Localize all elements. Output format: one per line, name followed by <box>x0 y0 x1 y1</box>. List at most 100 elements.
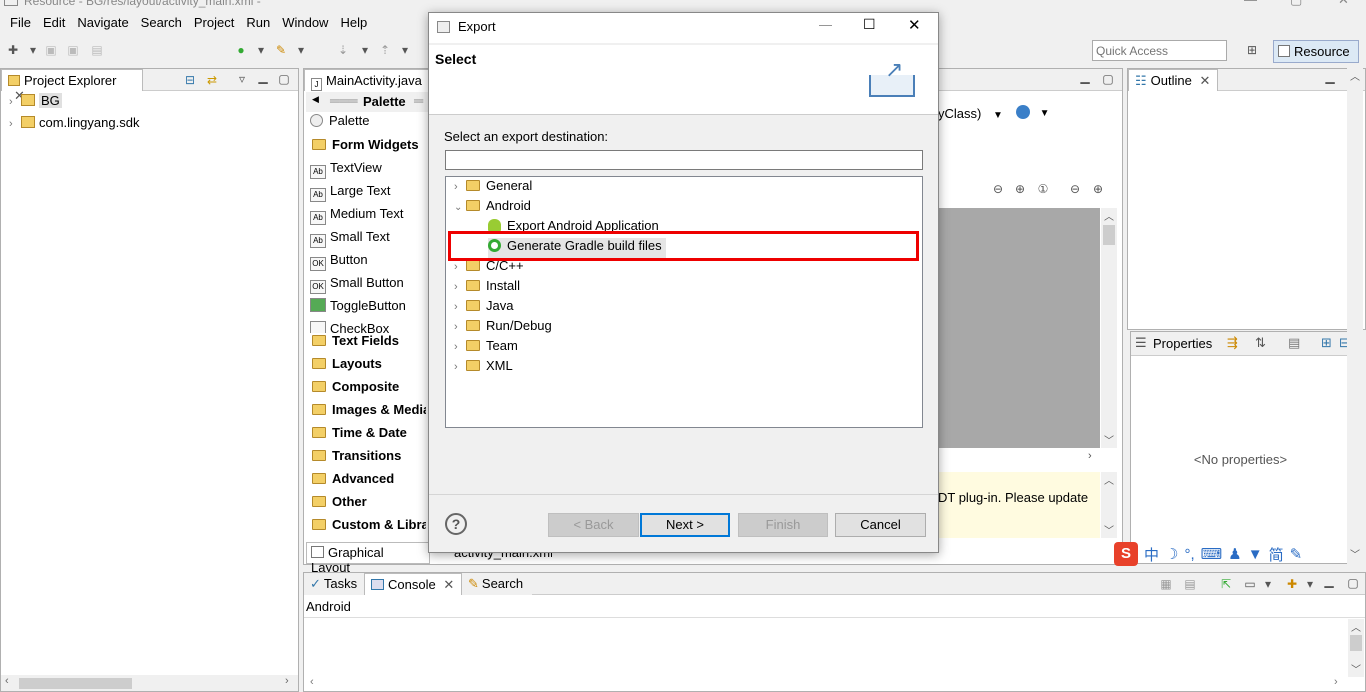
dropdown-icon[interactable]: ▾ <box>1301 576 1319 592</box>
chevron-right-icon[interactable]: › <box>454 261 466 273</box>
dialog-minimize-button[interactable]: — <box>819 17 832 32</box>
palette-category-advanced[interactable]: Advanced <box>306 471 426 493</box>
menu-search[interactable]: Search <box>135 12 188 34</box>
scroll-lock-icon[interactable]: ▤ <box>1181 576 1199 592</box>
chevron-right-icon[interactable]: › <box>9 118 21 130</box>
tree-item-java[interactable]: › Java <box>454 298 513 318</box>
tab-outline[interactable]: ☷ Outline ✕ <box>1128 69 1218 91</box>
zoom-out-alt-icon[interactable]: ⊖ <box>1066 181 1084 197</box>
zoom-out-icon[interactable]: ⊖ <box>989 181 1007 197</box>
palette-item-togglebutton[interactable]: ToggleButton <box>306 298 426 320</box>
palette-item-medium-text[interactable]: Ab Medium Text <box>306 206 426 228</box>
tab-tasks[interactable]: ✓ Tasks <box>304 573 364 595</box>
chevron-right-icon[interactable]: › <box>454 301 466 313</box>
scroll-down-icon[interactable]: ﹀ <box>1351 661 1361 676</box>
pin-console-icon[interactable]: ⇱ <box>1217 576 1235 592</box>
view-menu-icon[interactable]: ▿ <box>233 71 251 87</box>
scroll-up-icon[interactable]: ︿ <box>1351 619 1361 634</box>
palette-category-layouts[interactable]: Layouts <box>306 356 426 378</box>
tab-search[interactable]: ✎ Search <box>462 573 532 595</box>
palette-category-images-media[interactable]: Images & Media <box>306 402 426 424</box>
print-icon[interactable]: ▤ <box>88 42 106 58</box>
open-perspective-icon[interactable]: ⊞ <box>1243 42 1261 58</box>
minimize-window-button[interactable]: — <box>1244 0 1257 7</box>
close-window-button[interactable]: ✕ <box>1338 0 1349 8</box>
maximize-icon[interactable]: ▢ <box>1099 71 1117 87</box>
tree-item-general[interactable]: › General <box>454 178 532 198</box>
warning-vertical-scrollbar[interactable]: ︿ ﹀ <box>1101 472 1117 538</box>
zoom-fit-icon[interactable]: ⊕ <box>1011 181 1029 197</box>
resource-perspective-button[interactable]: Resource <box>1273 40 1359 63</box>
palette-category-other[interactable]: Other <box>306 494 426 516</box>
menu-project[interactable]: Project <box>188 12 240 34</box>
console-horizontal-scrollbar[interactable]: ‹ › <box>304 676 1348 691</box>
scroll-down-icon[interactable]: ﹀ <box>1104 522 1114 537</box>
tree-item-c-cpp[interactable]: › C/C++ <box>454 258 524 278</box>
tree-item-xml[interactable]: › XML <box>454 358 513 378</box>
scroll-up-icon[interactable]: ︿ <box>1104 472 1114 487</box>
next-button[interactable]: Next > <box>640 513 730 537</box>
scroll-down-icon[interactable]: ﹀ <box>1104 432 1114 447</box>
theme-dropdown[interactable]: yClass) ▼ <box>938 104 1004 124</box>
right-vertical-scrollbar[interactable]: ︿ ﹀ <box>1347 68 1363 564</box>
maximize-icon[interactable]: ▢ <box>1344 575 1362 591</box>
back-button[interactable]: < Back <box>548 513 639 537</box>
zoom-in-icon[interactable]: ⊕ <box>1089 181 1107 197</box>
locale-dropdown[interactable]: ▼ <box>1016 104 1060 124</box>
tree-item-android[interactable]: ⌄ Android <box>454 198 531 218</box>
tab-project-explorer[interactable]: Project Explorer ✕ <box>1 69 143 103</box>
display-console-icon[interactable]: ▭ <box>1241 576 1259 592</box>
palette-category-transitions[interactable]: Transitions <box>306 448 426 470</box>
scroll-right-icon[interactable]: › <box>285 675 289 687</box>
expand-all-icon[interactable]: ⊞ <box>1321 335 1332 351</box>
grip-icon[interactable]: ═ <box>414 93 423 108</box>
minimize-icon[interactable]: ▁ <box>254 69 272 85</box>
dropdown-icon[interactable]: ▾ <box>292 42 310 58</box>
chevron-right-icon[interactable]: › <box>454 181 466 193</box>
chevron-right-icon[interactable]: › <box>454 321 466 333</box>
menu-navigate[interactable]: Navigate <box>71 12 134 34</box>
filter-input[interactable] <box>445 150 923 170</box>
palette-item-small-button[interactable]: OK Small Button <box>306 275 426 297</box>
palette-category-composite[interactable]: Composite <box>306 379 426 401</box>
chevron-right-icon[interactable]: › <box>454 361 466 373</box>
tree-item-team[interactable]: › Team <box>454 338 518 358</box>
cancel-button[interactable]: Cancel <box>835 513 926 537</box>
chevron-down-icon[interactable]: ⌄ <box>454 202 466 213</box>
palette-category-form-widgets[interactable]: Form Widgets <box>306 137 426 159</box>
scroll-up-icon[interactable]: ︿ <box>1350 68 1360 83</box>
scroll-left-icon[interactable]: ‹ <box>5 675 9 687</box>
palette-category-text-fields[interactable]: Text Fields <box>306 333 426 355</box>
menu-edit[interactable]: Edit <box>37 12 71 34</box>
finish-button[interactable]: Finish <box>738 513 828 537</box>
advanced-icon[interactable]: ▤ <box>1288 335 1300 351</box>
tree-item-bg[interactable]: › BG <box>9 93 62 113</box>
grip-icon[interactable]: ═══ <box>330 93 358 108</box>
palette-item-large-text[interactable]: Ab Large Text <box>306 183 426 205</box>
collapse-palette-icon[interactable]: ◀ <box>312 94 319 105</box>
close-icon[interactable]: ✕ <box>443 577 454 592</box>
next-annotation-icon[interactable]: ⇣ <box>334 42 352 58</box>
minimize-icon[interactable]: ▁ <box>1076 69 1094 85</box>
quick-access-input[interactable] <box>1092 40 1227 61</box>
android-sdk-icon[interactable]: ● <box>232 42 250 58</box>
menu-window[interactable]: Window <box>276 12 334 34</box>
open-console-icon[interactable]: ✚ <box>1283 576 1301 592</box>
tree-item-sdk[interactable]: › com.lingyang.sdk <box>9 115 139 135</box>
palette-category-time-date[interactable]: Time & Date <box>306 425 426 447</box>
scroll-up-icon[interactable]: ︿ <box>1104 208 1114 223</box>
tree-item-run-debug[interactable]: › Run/Debug <box>454 318 552 338</box>
sogou-icon[interactable]: S <box>1114 542 1138 566</box>
help-icon[interactable]: ? <box>445 513 467 535</box>
dialog-maximize-button[interactable]: ☐ <box>863 16 876 33</box>
scroll-right-icon[interactable]: › <box>1334 676 1338 688</box>
save-icon[interactable]: ▣ <box>42 42 60 58</box>
lint-icon[interactable]: ✎ <box>272 42 290 58</box>
dropdown-icon[interactable]: ▾ <box>1259 576 1277 592</box>
dropdown-icon[interactable]: ▾ <box>356 42 374 58</box>
console-vertical-scrollbar[interactable]: ︿ ﹀ <box>1348 619 1364 677</box>
close-icon[interactable]: ✕ <box>1199 73 1210 88</box>
sort-icon[interactable]: ⇅ <box>1255 335 1266 351</box>
chevron-right-icon[interactable]: › <box>454 281 466 293</box>
menu-help[interactable]: Help <box>334 12 373 34</box>
